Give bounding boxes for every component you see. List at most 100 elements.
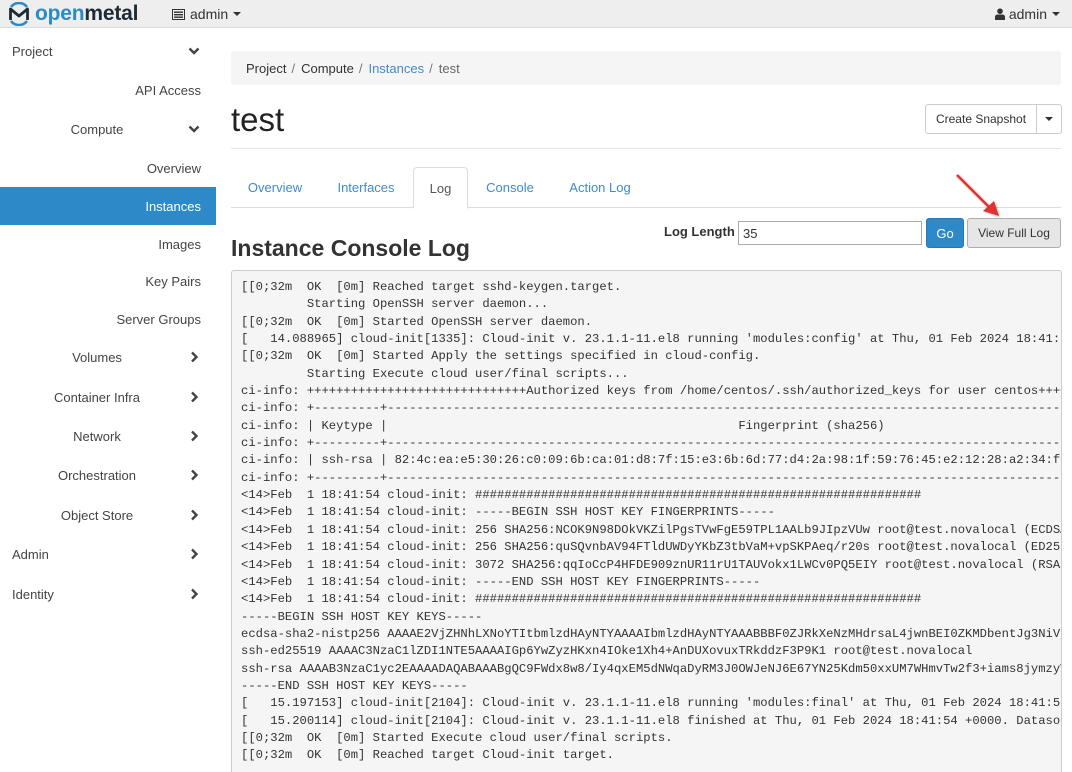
- log-line: ssh-rsa AAAAB3NzaC1yc2EAAAADAQABAAABgQC9…: [241, 661, 1062, 676]
- log-line: <14>Feb 1 18:41:54 cloud-init: 3072 SHA2…: [241, 557, 1062, 572]
- sidebar-item-object-store[interactable]: Object Store: [0, 496, 216, 534]
- log-line: [[0;32m OK [0m] Reached target Cloud-ini…: [241, 748, 614, 763]
- console-log-output[interactable]: [[0;32m OK [0m] Reached target sshd-keyg…: [231, 270, 1062, 772]
- log-line: ecdsa-sha2-nistp256 AAAAE2VjZHNhLXNoYTIt…: [241, 626, 1062, 641]
- brand-metal-text: metal: [84, 2, 139, 25]
- sidebar-item-label: Object Store: [60, 507, 134, 523]
- log-line: [[0;32m OK [0m] Started OpenSSH server d…: [241, 314, 593, 329]
- sidebar-item-images[interactable]: Images: [0, 225, 216, 263]
- sidebar-item-key-pairs[interactable]: Key Pairs: [0, 262, 216, 300]
- breadcrumb-compute: Compute: [301, 60, 354, 76]
- log-line: ci-info: +---------+--------------------…: [241, 401, 1062, 416]
- view-full-log-button[interactable]: View Full Log: [967, 218, 1061, 248]
- log-line: ci-info: +---------+--------------------…: [241, 436, 1062, 451]
- tab-interfaces[interactable]: Interfaces: [319, 167, 413, 208]
- breadcrumb: Project / Compute / Instances / test: [231, 51, 1061, 85]
- sidebar-item-label: Admin: [12, 546, 49, 562]
- sidebar-item-label: Images: [158, 236, 201, 252]
- project-switcher[interactable]: admin: [172, 0, 242, 28]
- sidebar-item-project[interactable]: Project: [0, 32, 216, 70]
- tab-console[interactable]: Console: [472, 167, 548, 208]
- log-line: -----END SSH HOST KEY KEYS-----: [241, 678, 468, 693]
- log-line: Starting Execute cloud user/final script…: [241, 366, 629, 381]
- log-length-label: Log Length: [664, 224, 735, 239]
- breadcrumb-separator: /: [358, 60, 363, 76]
- sidebar-item-label: Identity: [12, 586, 54, 602]
- console-log-title: Instance Console Log: [231, 235, 470, 261]
- log-line: ci-info: ++++++++++++++++++++++++++++++A…: [241, 384, 1062, 399]
- log-line: <14>Feb 1 18:41:54 cloud-init: -----END …: [241, 574, 761, 589]
- caret-down-icon: [1045, 117, 1053, 121]
- sidebar-item-label: Compute: [70, 121, 124, 137]
- sidebar-item-admin[interactable]: Admin: [0, 535, 216, 573]
- user-menu-label: admin: [1008, 6, 1047, 22]
- caret-down-icon: [233, 12, 242, 16]
- chevron-right-icon: [191, 588, 199, 600]
- log-line: -----BEGIN SSH HOST KEY KEYS-----: [241, 609, 483, 624]
- log-line: ci-info: | Keytype | Fingerprint (sha256…: [241, 418, 885, 433]
- project-list-icon: [172, 8, 185, 20]
- chevron-down-icon: [188, 125, 200, 133]
- sidebar-item-overview[interactable]: Overview: [0, 149, 216, 187]
- sidebar-item-label: Orchestration: [57, 467, 137, 483]
- log-line: ci-info: +---------+--------------------…: [241, 470, 1062, 485]
- log-line: <14>Feb 1 18:41:54 cloud-init: 256 SHA25…: [241, 522, 1062, 537]
- sidebar: Project API Access Compute Overview Instance…: [0, 29, 216, 772]
- log-line: [ 15.197153] cloud-init[2104]: Cloud-ini…: [241, 696, 1062, 711]
- log-line: Starting OpenSSH server daemon...: [241, 297, 549, 312]
- sidebar-item-identity[interactable]: Identity: [0, 575, 216, 613]
- top-navbar: openmetal admin admin: [0, 0, 1072, 28]
- snapshot-button-group: Create Snapshot: [925, 104, 1062, 134]
- tab-overview[interactable]: Overview: [231, 167, 319, 208]
- chevron-right-icon: [191, 430, 199, 442]
- user-icon: [994, 8, 1005, 20]
- log-line: [ 14.088965] cloud-init[1335]: Cloud-ini…: [241, 332, 1062, 347]
- sidebar-item-label: Key Pairs: [145, 273, 201, 289]
- sidebar-item-label: Volumes: [72, 349, 122, 365]
- sidebar-item-instances[interactable]: Instances: [0, 187, 216, 225]
- chevron-right-icon: [191, 391, 199, 403]
- sidebar-item-api-access[interactable]: API Access: [0, 71, 216, 109]
- log-line: <14>Feb 1 18:41:54 cloud-init: #########…: [241, 592, 922, 607]
- log-line: [[0;32m OK [0m] Started Execute cloud us…: [241, 730, 673, 745]
- create-snapshot-button[interactable]: Create Snapshot: [925, 104, 1037, 134]
- sidebar-item-volumes[interactable]: Volumes: [0, 338, 216, 376]
- sidebar-item-network[interactable]: Network: [0, 417, 216, 455]
- sidebar-item-label: Project: [12, 43, 53, 59]
- chevron-right-icon: [191, 469, 199, 481]
- caret-down-icon: [1052, 12, 1060, 16]
- sidebar-item-server-groups[interactable]: Server Groups: [0, 300, 216, 338]
- sidebar-item-label: Server Groups: [116, 311, 201, 327]
- breadcrumb-current: test: [438, 60, 460, 76]
- chevron-right-icon: [191, 548, 199, 560]
- go-button[interactable]: Go: [926, 218, 964, 248]
- sidebar-item-label: API Access: [135, 82, 201, 98]
- log-line: [[0;32m OK [0m] Reached target sshd-keyg…: [241, 280, 622, 294]
- page-title: test: [231, 101, 285, 138]
- sidebar-item-label: Overview: [146, 160, 201, 176]
- chevron-right-icon: [191, 509, 199, 521]
- log-length-input[interactable]: [738, 221, 922, 245]
- user-menu[interactable]: admin: [994, 0, 1060, 28]
- divider: [231, 148, 1061, 149]
- instance-actions-dropdown-button[interactable]: [1037, 104, 1062, 134]
- log-line: <14>Feb 1 18:41:54 cloud-init: -----BEGI…: [241, 505, 775, 520]
- tab-action-log[interactable]: Action Log: [556, 167, 644, 208]
- chevron-down-icon: [188, 47, 200, 55]
- log-line: <14>Feb 1 18:41:54 cloud-init: #########…: [241, 488, 922, 503]
- log-line: ci-info: | ssh-rsa | 82:4c:ea:e5:30:26:c…: [241, 453, 1062, 468]
- breadcrumb-separator: /: [291, 60, 296, 76]
- sidebar-item-compute[interactable]: Compute: [0, 110, 216, 148]
- sidebar-item-orchestration[interactable]: Orchestration: [0, 456, 216, 494]
- sidebar-item-label: Container Infra: [54, 389, 140, 405]
- log-line: [[0;32m OK [0m] Started Apply the settin…: [241, 349, 761, 364]
- openmetal-logo[interactable]: openmetal: [6, 2, 138, 26]
- project-switcher-label: admin: [190, 6, 229, 22]
- tab-log[interactable]: Log: [413, 167, 468, 209]
- sidebar-item-container-infra[interactable]: Container Infra: [0, 378, 216, 416]
- log-line: <14>Feb 1 18:41:54 cloud-init: 256 SHA25…: [241, 540, 1062, 555]
- breadcrumb-project: Project: [246, 60, 287, 76]
- breadcrumb-instances-link[interactable]: Instances: [368, 61, 424, 76]
- chevron-right-icon: [191, 351, 199, 363]
- breadcrumb-separator: /: [429, 60, 433, 76]
